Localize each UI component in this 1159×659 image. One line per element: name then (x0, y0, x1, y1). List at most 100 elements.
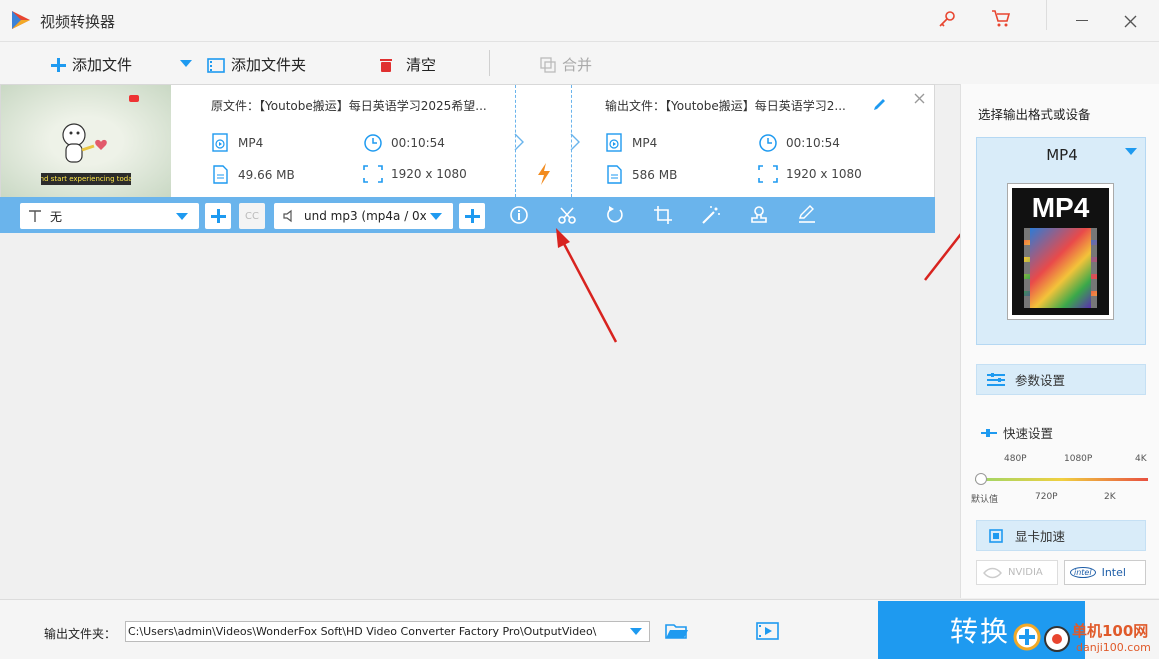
trash-icon (380, 58, 392, 72)
watermark-logo-icon (1013, 623, 1070, 652)
clear-button[interactable]: 清空 (378, 54, 436, 75)
chevron-down-icon (176, 213, 188, 220)
format-panel-header: 选择输出格式或设备 (978, 107, 1091, 122)
edit-toolbar: 无 CC und mp3 (mp4a / 0x6 (0, 197, 935, 233)
output-file-name: 输出文件：【Youtobe搬运】每日英语学习2... (605, 97, 846, 114)
resolution-icon (363, 165, 383, 183)
speaker-icon (283, 209, 292, 223)
watermark-url: danji100.com (1076, 641, 1151, 654)
add-folder-button[interactable]: 添加文件夹 (207, 54, 306, 75)
remove-file-icon[interactable] (914, 93, 925, 104)
intel-logo-icon: intel (1070, 567, 1096, 578)
output-format-selector[interactable]: MP4 MP4 (976, 137, 1146, 345)
toolbar: 添加文件 添加文件夹 清空 合并 (0, 42, 1159, 85)
subtitle-value: 无 (50, 209, 63, 224)
open-folder-icon[interactable] (665, 622, 689, 640)
file-icon (607, 165, 622, 184)
watermark-stamp-icon[interactable] (749, 205, 769, 225)
video-thumbnail[interactable]: and start experiencing today (1, 85, 171, 197)
convert-label: 转换 (950, 615, 1011, 648)
quick-settings-label: 快速设置 (981, 423, 1053, 442)
source-duration: 00:10:54 (363, 133, 445, 153)
source-format: MP4 (211, 133, 263, 152)
subtitle-edit-icon[interactable] (797, 205, 817, 225)
chevron-right-icon (514, 133, 524, 151)
quality-label-480p: 480P (1004, 454, 1027, 464)
output-folder-label: 输出文件夹： (44, 627, 117, 641)
add-subtitle-button[interactable] (205, 203, 231, 229)
output-label: 输出文件： (605, 99, 666, 113)
plus-icon (51, 57, 66, 72)
thumbnail-caption: and start experiencing today (41, 173, 131, 185)
output-path-input[interactable]: C:\Users\admin\Videos\WonderFox Soft\HD … (125, 621, 650, 642)
crop-icon[interactable] (653, 205, 673, 225)
source-resolution: 1920 x 1080 (363, 165, 467, 183)
app-logo-icon (12, 11, 30, 29)
add-audio-button[interactable] (459, 203, 485, 229)
chevron-down-icon (430, 213, 442, 220)
quality-label-2k: 2K (1104, 492, 1116, 502)
quality-label-1080p: 1080P (1064, 454, 1093, 464)
minimize-button[interactable] (1076, 20, 1088, 21)
format-name: MP4 (1046, 146, 1078, 164)
info-icon[interactable] (509, 205, 529, 225)
add-file-button[interactable]: 添加文件 (50, 54, 132, 75)
key-icon[interactable] (937, 9, 957, 29)
cartoon-character-image (62, 123, 107, 163)
chevron-down-icon (630, 628, 642, 635)
output-format: MP4 (605, 133, 657, 152)
clock-icon (364, 134, 382, 152)
watermark-text: 单机100网 (1072, 622, 1149, 640)
audio-track-select[interactable]: und mp3 (mp4a / 0x6 (274, 203, 453, 229)
merge-button[interactable]: 合并 (540, 54, 592, 75)
add-file-dropdown-icon[interactable] (180, 60, 192, 68)
nvidia-logo-icon (983, 567, 1002, 578)
output-path-value: C:\Users\admin\Videos\WonderFox Soft\HD … (128, 625, 597, 638)
mp4-format-image: MP4 (1007, 183, 1114, 320)
source-file-name: 原文件：【Youtobe搬运】每日英语学习2025希望... (211, 97, 487, 114)
parameter-settings-button[interactable]: 参数设置 (976, 364, 1146, 395)
subtitle-select[interactable]: 无 (20, 203, 199, 229)
quality-slider-track[interactable] (975, 478, 1148, 481)
quality-slider-thumb[interactable] (975, 473, 987, 485)
video-file-icon (212, 133, 228, 152)
file-icon (213, 165, 228, 184)
cc-subtitle-button[interactable]: CC (239, 203, 265, 229)
intel-button[interactable]: intel Intel (1064, 560, 1146, 585)
cc-icon: CC (245, 210, 259, 222)
audio-track-value: und mp3 (mp4a / 0x6 (304, 209, 435, 223)
plus-icon (465, 209, 480, 223)
text-icon (29, 210, 41, 222)
cart-icon[interactable] (990, 8, 1012, 28)
output-size: 586 MB (605, 165, 677, 184)
edit-icon[interactable] (871, 97, 887, 113)
folder-film-icon (207, 57, 225, 73)
clock-icon (759, 134, 777, 152)
resolution-icon (758, 165, 778, 183)
output-name: 【Youtobe搬运】每日英语学习2... (665, 99, 846, 113)
title-bar: 视频转换器 (0, 0, 1159, 42)
annotation-arrow (556, 228, 618, 343)
quick-slider-icon (981, 428, 997, 437)
plus-icon (211, 209, 226, 223)
gpu-acceleration-label: 显卡加速 (1015, 529, 1066, 544)
effects-wand-icon[interactable] (701, 205, 721, 225)
gpu-acceleration-button[interactable]: 显卡加速 (976, 520, 1146, 551)
video-folder-icon[interactable] (756, 622, 780, 640)
balloon-filmstrip-image (1024, 228, 1097, 308)
lightning-icon (538, 163, 550, 185)
chip-icon (989, 528, 1003, 543)
source-label: 原文件： (211, 99, 260, 113)
nvidia-button[interactable]: NVIDIA (976, 560, 1058, 585)
add-file-label: 添加文件 (72, 56, 133, 74)
merge-icon (540, 56, 556, 73)
close-button[interactable] (1124, 15, 1137, 28)
chevron-right-icon (570, 133, 580, 151)
sliders-icon (987, 372, 1005, 386)
clear-label: 清空 (406, 56, 437, 74)
merge-label: 合并 (562, 56, 593, 74)
chevron-down-icon (1125, 148, 1137, 155)
parameter-settings-label: 参数设置 (1015, 373, 1066, 388)
quality-label-default: 默认值 (971, 495, 999, 505)
add-folder-label: 添加文件夹 (231, 56, 307, 74)
